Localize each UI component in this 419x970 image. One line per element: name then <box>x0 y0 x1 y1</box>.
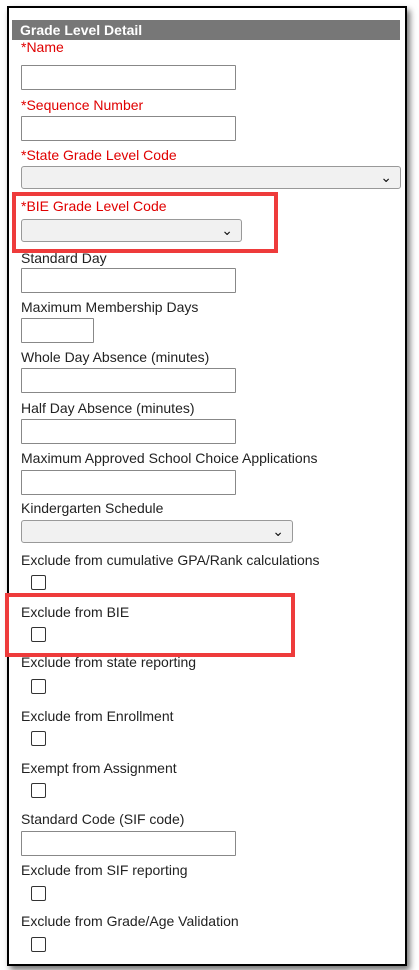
exclude-bie-label: Exclude from BIE <box>21 604 130 620</box>
chevron-down-icon: ⌄ <box>380 169 392 185</box>
exclude-sif-reporting-label: Exclude from SIF reporting <box>21 862 188 878</box>
exclude-grade-age-validation-label: Exclude from Grade/Age Validation <box>21 913 239 929</box>
exclude-enrollment-label: Exclude from Enrollment <box>21 708 174 724</box>
kindergarten-schedule-label: Kindergarten Schedule <box>21 500 164 516</box>
max-school-choice-apps-input[interactable] <box>21 470 236 495</box>
name-input[interactable] <box>21 65 236 90</box>
maximum-membership-days-label: Maximum Membership Days <box>21 299 199 315</box>
exempt-assignment-label: Exempt from Assignment <box>21 760 177 776</box>
exclude-enrollment-checkbox[interactable] <box>31 731 46 746</box>
sequence-number-input[interactable] <box>21 116 236 141</box>
exclude-state-reporting-checkbox[interactable] <box>31 679 46 694</box>
whole-day-absence-input[interactable] <box>21 368 236 393</box>
exempt-assignment-checkbox[interactable] <box>31 783 46 798</box>
standard-code-sif-input[interactable] <box>21 831 236 856</box>
exclude-state-reporting-label: Exclude from state reporting <box>21 654 197 670</box>
standard-day-label: Standard Day <box>21 250 107 266</box>
bie-grade-level-code-label: *BIE Grade Level Code <box>21 198 167 214</box>
kindergarten-schedule-select[interactable]: ⌄ <box>21 520 293 543</box>
exclude-bie-checkbox[interactable] <box>31 627 46 642</box>
state-grade-level-code-label: *State Grade Level Code <box>21 147 177 163</box>
bie-grade-level-code-select[interactable]: ⌄ <box>21 219 242 242</box>
chevron-down-icon: ⌄ <box>221 222 233 238</box>
exclude-grade-age-validation-checkbox[interactable] <box>31 937 46 952</box>
standard-day-input[interactable] <box>21 268 236 293</box>
state-grade-level-code-select[interactable]: ⌄ <box>21 166 401 189</box>
whole-day-absence-label: Whole Day Absence (minutes) <box>21 349 210 365</box>
exclude-sif-reporting-checkbox[interactable] <box>31 886 46 901</box>
exclude-gpa-rank-checkbox[interactable] <box>31 575 46 590</box>
standard-code-sif-label: Standard Code (SIF code) <box>21 811 185 827</box>
half-day-absence-label: Half Day Absence (minutes) <box>21 400 195 416</box>
maximum-membership-days-input[interactable] <box>21 318 94 343</box>
panel-header: Grade Level Detail <box>12 20 400 40</box>
name-label: *Name <box>21 39 64 55</box>
sequence-number-label: *Sequence Number <box>21 97 144 113</box>
exclude-gpa-rank-label: Exclude from cumulative GPA/Rank calcula… <box>21 552 320 568</box>
max-school-choice-apps-label: Maximum Approved School Choice Applicati… <box>21 450 318 466</box>
chevron-down-icon: ⌄ <box>272 523 284 539</box>
half-day-absence-input[interactable] <box>21 419 236 444</box>
